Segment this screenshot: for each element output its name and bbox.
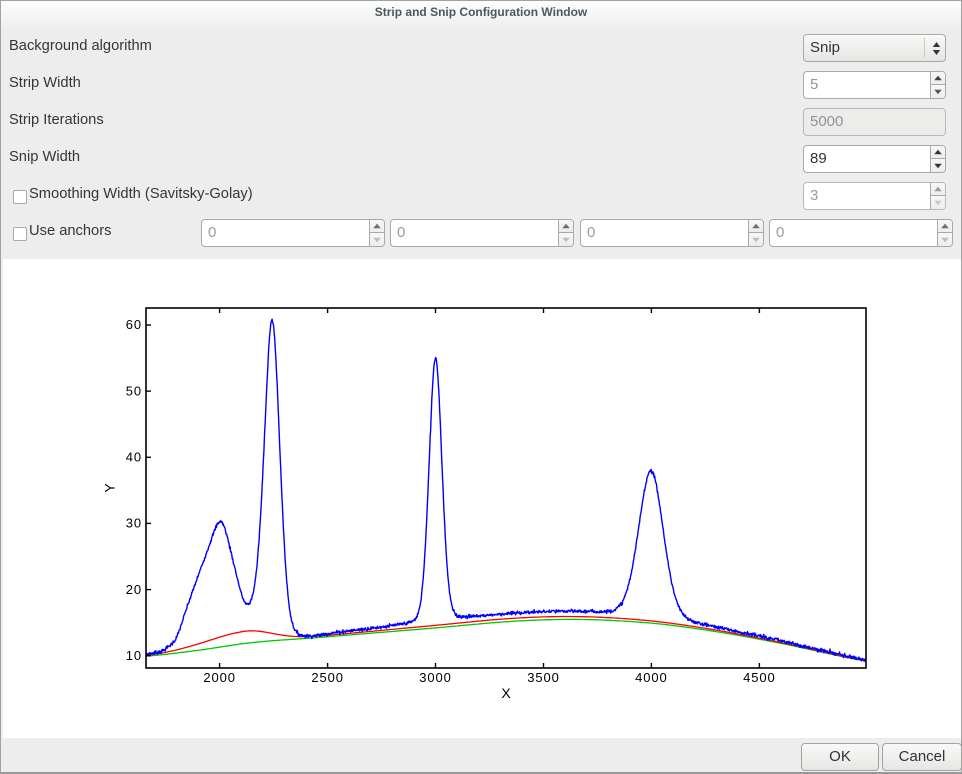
svg-text:20: 20 <box>126 582 142 597</box>
svg-text:30: 30 <box>126 516 142 531</box>
svg-text:40: 40 <box>126 450 142 465</box>
svg-text:50: 50 <box>126 383 142 398</box>
svg-text:Y: Y <box>102 483 118 493</box>
svg-text:3000: 3000 <box>419 670 452 685</box>
svg-text:10: 10 <box>126 648 142 663</box>
svg-text:2000: 2000 <box>203 670 236 685</box>
svg-text:4000: 4000 <box>635 670 668 685</box>
svg-text:60: 60 <box>126 317 142 332</box>
svg-text:X: X <box>501 685 511 701</box>
svg-text:4500: 4500 <box>743 670 776 685</box>
svg-text:3500: 3500 <box>527 670 560 685</box>
svg-text:2500: 2500 <box>311 670 344 685</box>
